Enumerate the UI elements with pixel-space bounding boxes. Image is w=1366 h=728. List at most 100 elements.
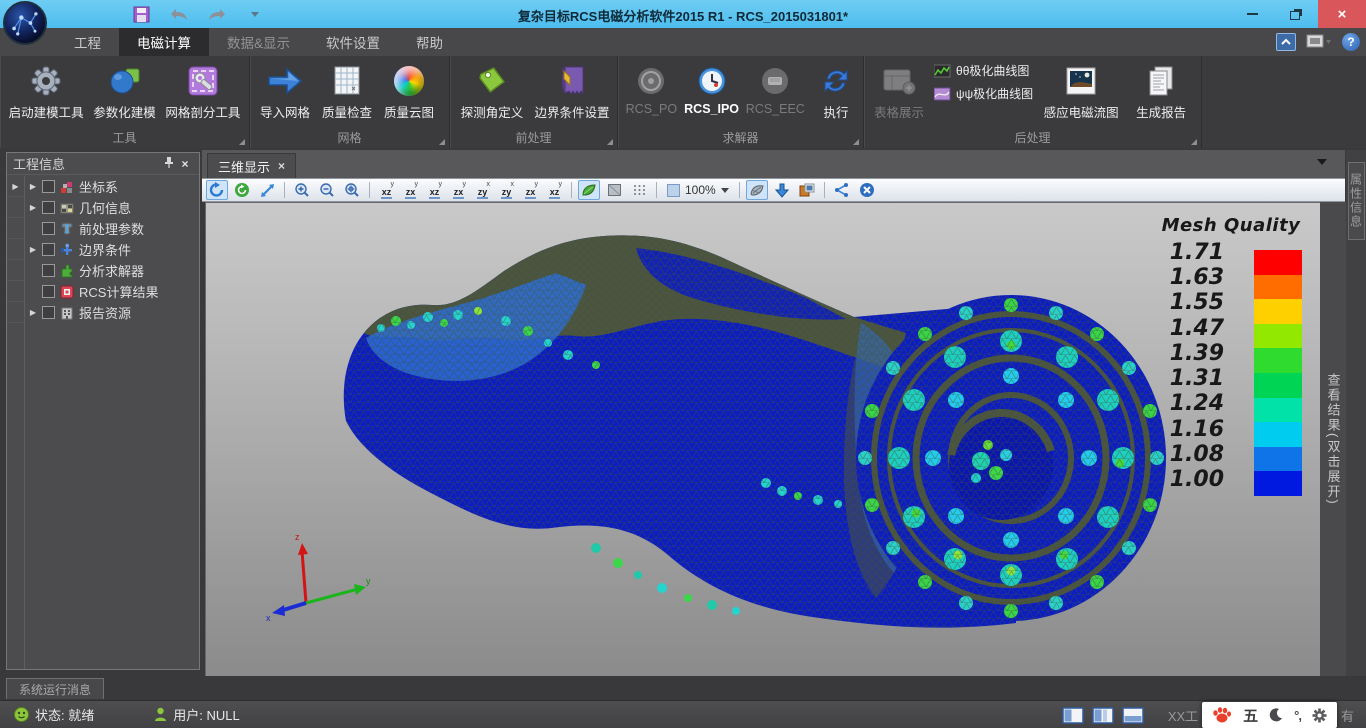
ime-settings-gear-icon[interactable] (1312, 708, 1327, 723)
collapse-ribbon-button[interactable] (1276, 33, 1296, 51)
solver-rcs-eec-button[interactable]: RCS_EEC (743, 60, 809, 118)
mesh-tool-button[interactable]: 网格剖分工具 (161, 60, 245, 123)
tree-checkbox[interactable] (42, 180, 55, 193)
group-dialog-launcher[interactable] (607, 139, 613, 145)
view-axis-button-7[interactable]: yzx (520, 180, 541, 200)
tree-item-boundary-condition[interactable]: ▶ 边界条件 (26, 239, 199, 260)
project-panel: 工程信息 × ▶ ▶ 坐标系 ▶ 几何信息 (6, 152, 200, 670)
shaded-view-button[interactable] (578, 180, 600, 200)
tree-item-rcs-results[interactable]: RCS计算结果 (26, 281, 199, 302)
view-axis-button-6[interactable]: xzy (496, 180, 517, 200)
tree-item-report-resources[interactable]: ▶ 报告资源 (26, 302, 199, 323)
gutter-arrow[interactable]: ▶ (7, 176, 24, 197)
layout-bottom-panel-button[interactable] (1122, 707, 1144, 724)
close-button[interactable]: × (1318, 0, 1366, 28)
wireframe-view-button[interactable] (603, 180, 625, 200)
tree-checkbox[interactable] (42, 201, 55, 214)
view-axis-button-4[interactable]: yzx (448, 180, 469, 200)
tree-item-analysis-solver[interactable]: 分析求解器 (26, 260, 199, 281)
export-image-button[interactable] (796, 180, 818, 200)
tab-3d-display[interactable]: 三维显示 × (207, 153, 296, 178)
zoom-fit-button[interactable] (341, 180, 363, 200)
tab-close-icon[interactable]: × (278, 159, 285, 173)
tree-checkbox[interactable] (42, 264, 55, 277)
tree-checkbox[interactable] (42, 306, 55, 319)
menu-tab-settings[interactable]: 软件设置 (308, 28, 398, 56)
layout-split-panel-button[interactable] (1092, 707, 1114, 724)
system-message-tab[interactable]: 系统运行消息 (6, 678, 104, 699)
quality-contour-button[interactable]: 质量云图 (378, 60, 440, 123)
ime-punctuation-button[interactable]: °, (1294, 708, 1301, 723)
tree-checkbox[interactable] (42, 243, 55, 256)
close-panel-button[interactable]: × (177, 157, 193, 171)
pin-panel-button[interactable] (161, 156, 177, 171)
tree-checkbox[interactable] (42, 285, 55, 298)
menu-tab-data-display[interactable]: 数据&显示 (209, 28, 308, 56)
view-axis-button-3[interactable]: yxz (424, 180, 445, 200)
share-icon (834, 183, 849, 197)
ime-moon-icon[interactable] (1269, 708, 1283, 722)
results-collapsed-tab[interactable]: 查看结果(双击展开) (1320, 202, 1346, 676)
pan-view-button[interactable] (256, 180, 278, 200)
psi-polar-curve-button[interactable]: ψψ极化曲线图 (934, 85, 1033, 102)
display-style-button[interactable] (1306, 33, 1332, 51)
tree-item-coordinate-system[interactable]: ▶ 坐标系 (26, 176, 199, 197)
group-dialog-launcher[interactable] (239, 139, 245, 145)
view-axis-button-2[interactable]: yzx (400, 180, 421, 200)
quality-check-button[interactable]: 质量检查 (316, 60, 378, 123)
ime-mode-button[interactable]: 五 (1243, 705, 1258, 726)
mesh-display-button[interactable] (746, 180, 768, 200)
expand-arrow-icon[interactable]: ▶ (28, 182, 38, 191)
expand-arrow-icon[interactable]: ▶ (28, 203, 38, 212)
zoom-fit-icon (344, 182, 360, 198)
zoom-out-button[interactable] (316, 180, 338, 200)
zoom-in-button[interactable] (291, 180, 313, 200)
zoom-level-control[interactable]: 100% (663, 183, 733, 197)
tree-item-preprocess-params[interactable]: T 前处理参数 (26, 218, 199, 239)
layout-left-panel-button[interactable] (1062, 707, 1084, 724)
menu-tab-help[interactable]: 帮助 (398, 28, 461, 56)
pan-arrow-icon (260, 183, 275, 198)
menu-tab-em-compute[interactable]: 电磁计算 (119, 28, 209, 56)
rcs-results-icon (59, 284, 75, 299)
view-axis-button-5[interactable]: xzy (472, 180, 493, 200)
viewport-3d[interactable]: z y x Mesh Quality 1.711.63 1.551.47 1.3… (205, 202, 1320, 676)
probe-angle-button[interactable]: 探测角定义 (454, 60, 530, 123)
rotate-view-button[interactable] (206, 180, 228, 200)
close-circle-icon (859, 182, 875, 198)
group-dialog-launcher[interactable] (853, 139, 859, 145)
table-display-button[interactable]: 表格展示 (868, 60, 930, 123)
tree-checkbox[interactable] (42, 222, 55, 235)
execute-button[interactable]: 执行 (813, 60, 859, 123)
properties-collapsed-tab[interactable]: 属性信息 (1348, 162, 1365, 240)
menu-tab-project[interactable]: 工程 (56, 28, 119, 56)
generate-report-button[interactable]: 生成报告 (1130, 60, 1192, 123)
solver-rcs-po-button[interactable]: RCS_PO (622, 60, 681, 118)
ime-paw-icon[interactable] (1212, 706, 1232, 724)
tree-item-geometry-info[interactable]: ▶ 几何信息 (26, 197, 199, 218)
refresh-view-button[interactable] (231, 180, 253, 200)
view-axis-button-8[interactable]: yxz (544, 180, 565, 200)
theta-polar-curve-button[interactable]: θθ极化曲线图 (934, 62, 1033, 79)
launch-modeler-button[interactable]: 启动建模工具 (4, 60, 88, 123)
close-view-button[interactable] (856, 180, 878, 200)
model-canvas[interactable]: z y x (206, 203, 1321, 677)
boundary-condition-button[interactable]: 边界条件设置 (530, 60, 614, 123)
parametric-modeling-button[interactable]: 参数化建模 (88, 60, 160, 123)
menubar: 工程 电磁计算 数据&显示 软件设置 帮助 ? (0, 28, 1366, 56)
group-dialog-launcher[interactable] (1191, 139, 1197, 145)
share-view-button[interactable] (831, 180, 853, 200)
download-result-button[interactable] (771, 180, 793, 200)
view-axis-button-1[interactable]: yxz (376, 180, 397, 200)
induced-current-map-button[interactable]: 感应电磁流图 (1037, 60, 1125, 123)
help-button[interactable]: ? (1342, 33, 1360, 51)
expand-arrow-icon[interactable]: ▶ (28, 308, 38, 317)
points-view-button[interactable] (628, 180, 650, 200)
solver-rcs-ipo-button[interactable]: RCS_IPO (681, 60, 743, 118)
minimize-button[interactable] (1230, 0, 1274, 28)
import-mesh-button[interactable]: 导入网格 (254, 60, 316, 123)
expand-arrow-icon[interactable]: ▶ (28, 245, 38, 254)
maximize-button[interactable] (1274, 0, 1318, 28)
group-dialog-launcher[interactable] (439, 139, 445, 145)
tab-list-dropdown[interactable] (1317, 159, 1327, 165)
